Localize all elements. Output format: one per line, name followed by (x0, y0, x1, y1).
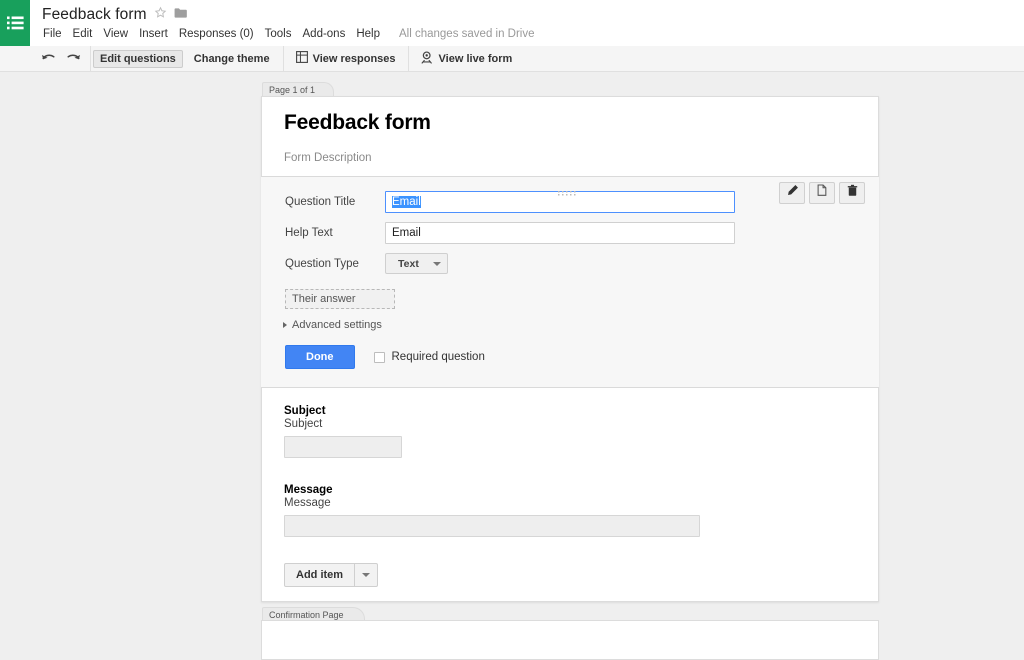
form-header: Feedback form Form Description (262, 97, 878, 176)
question-title-label: Question Title (285, 196, 356, 208)
form-title[interactable]: Feedback form (284, 111, 856, 135)
required-question-label: Required question (391, 351, 485, 363)
menu-item-file[interactable]: File (43, 27, 68, 41)
help-text-input[interactable] (385, 222, 735, 244)
add-item-dropdown-button[interactable] (354, 564, 377, 586)
question-title-value: Email (392, 196, 421, 208)
duplicate-icon (816, 184, 829, 202)
form-description[interactable]: Form Description (284, 152, 856, 164)
app-badge[interactable] (0, 0, 30, 46)
view-responses-label: View responses (312, 52, 396, 65)
advanced-settings-toggle[interactable]: Advanced settings (283, 319, 879, 331)
undo-icon[interactable] (41, 50, 56, 68)
add-item-label: Add item (296, 569, 344, 581)
drag-handle-icon[interactable] (557, 183, 583, 196)
forms-list-icon (6, 16, 24, 30)
delete-question-button[interactable] (839, 182, 865, 204)
question-type-value: Text (398, 257, 419, 270)
spreadsheet-icon (295, 51, 308, 66)
required-question-toggle[interactable]: Required question (373, 351, 485, 363)
live-form-icon (421, 50, 434, 67)
chevron-down-icon (432, 261, 441, 266)
edit-question-button[interactable] (779, 182, 805, 204)
preview-answer-field[interactable] (284, 436, 402, 458)
star-icon[interactable] (154, 6, 167, 24)
tab-change-theme[interactable]: Change theme (187, 50, 277, 68)
page-title[interactable]: Feedback form (42, 6, 147, 24)
tab-edit-questions[interactable]: Edit questions (93, 49, 183, 68)
pencil-icon (786, 184, 799, 202)
question-editor-panel: Question Title Email Help Text Question … (261, 176, 879, 388)
trash-icon (846, 184, 859, 202)
preview-questions-area: Subject Subject Message Message Add item (262, 388, 878, 601)
form-canvas: Page 1 of 1 Feedback form Form Descripti… (0, 73, 1024, 660)
button-view-live-form[interactable]: View live form (413, 48, 521, 70)
menu-bar: File Edit View Insert Responses (0) Tool… (43, 27, 535, 41)
add-item-row: Add item (284, 563, 856, 587)
done-button[interactable]: Done (285, 345, 355, 369)
preview-question-message[interactable]: Message Message (284, 484, 856, 537)
preview-question-help: Message (284, 497, 331, 509)
preview-question-subject[interactable]: Subject Subject (284, 405, 856, 458)
menu-item-edit[interactable]: Edit (68, 27, 99, 41)
help-text-row: Help Text (261, 222, 879, 244)
menu-item-insert[interactable]: Insert (134, 27, 174, 41)
app-header: Feedback form File Edit View Insert Resp… (0, 0, 1024, 46)
preview-answer-field[interactable] (284, 515, 700, 537)
form-card: Feedback form Form Description Question … (261, 96, 879, 602)
add-item-button[interactable]: Add item (284, 563, 379, 587)
preview-question-help: Subject (284, 418, 323, 430)
toolbar-divider-1 (282, 45, 284, 72)
question-action-buttons (779, 182, 865, 204)
help-text-label: Help Text (285, 227, 333, 239)
chevron-down-icon (362, 573, 371, 577)
duplicate-question-button[interactable] (809, 182, 835, 204)
preview-question-title: Subject (284, 405, 326, 417)
menu-item-help[interactable]: Help (351, 27, 386, 41)
question-type-select[interactable]: Text (385, 253, 448, 274)
question-type-label: Question Type (285, 257, 359, 270)
menu-item-addons[interactable]: Add-ons (298, 27, 352, 41)
advanced-settings-label: Advanced settings (292, 319, 382, 331)
required-checkbox[interactable] (373, 351, 385, 363)
menu-item-responses[interactable]: Responses (0) (174, 27, 260, 41)
menu-item-tools[interactable]: Tools (260, 27, 298, 41)
redo-icon[interactable] (66, 50, 81, 68)
question-editor-footer: Done Required question (285, 345, 879, 369)
view-live-form-label: View live form (438, 52, 513, 65)
button-view-responses[interactable]: View responses (288, 48, 404, 69)
their-answer-preview: Their answer (285, 289, 395, 309)
document-title-row: Feedback form (42, 6, 188, 24)
folder-icon[interactable] (174, 6, 188, 24)
question-type-row: Question Type Text (261, 253, 879, 274)
caret-right-icon (283, 322, 287, 328)
toolbar: Edit questions Change theme View respons… (0, 45, 1024, 72)
undo-redo-group (0, 45, 91, 72)
confirmation-page-card (261, 620, 879, 660)
menu-item-view[interactable]: View (98, 27, 134, 41)
page-tab[interactable]: Page 1 of 1 (262, 82, 335, 97)
preview-question-title: Message (284, 484, 333, 496)
toolbar-divider-2 (407, 45, 409, 72)
save-status: All changes saved in Drive (399, 28, 535, 40)
